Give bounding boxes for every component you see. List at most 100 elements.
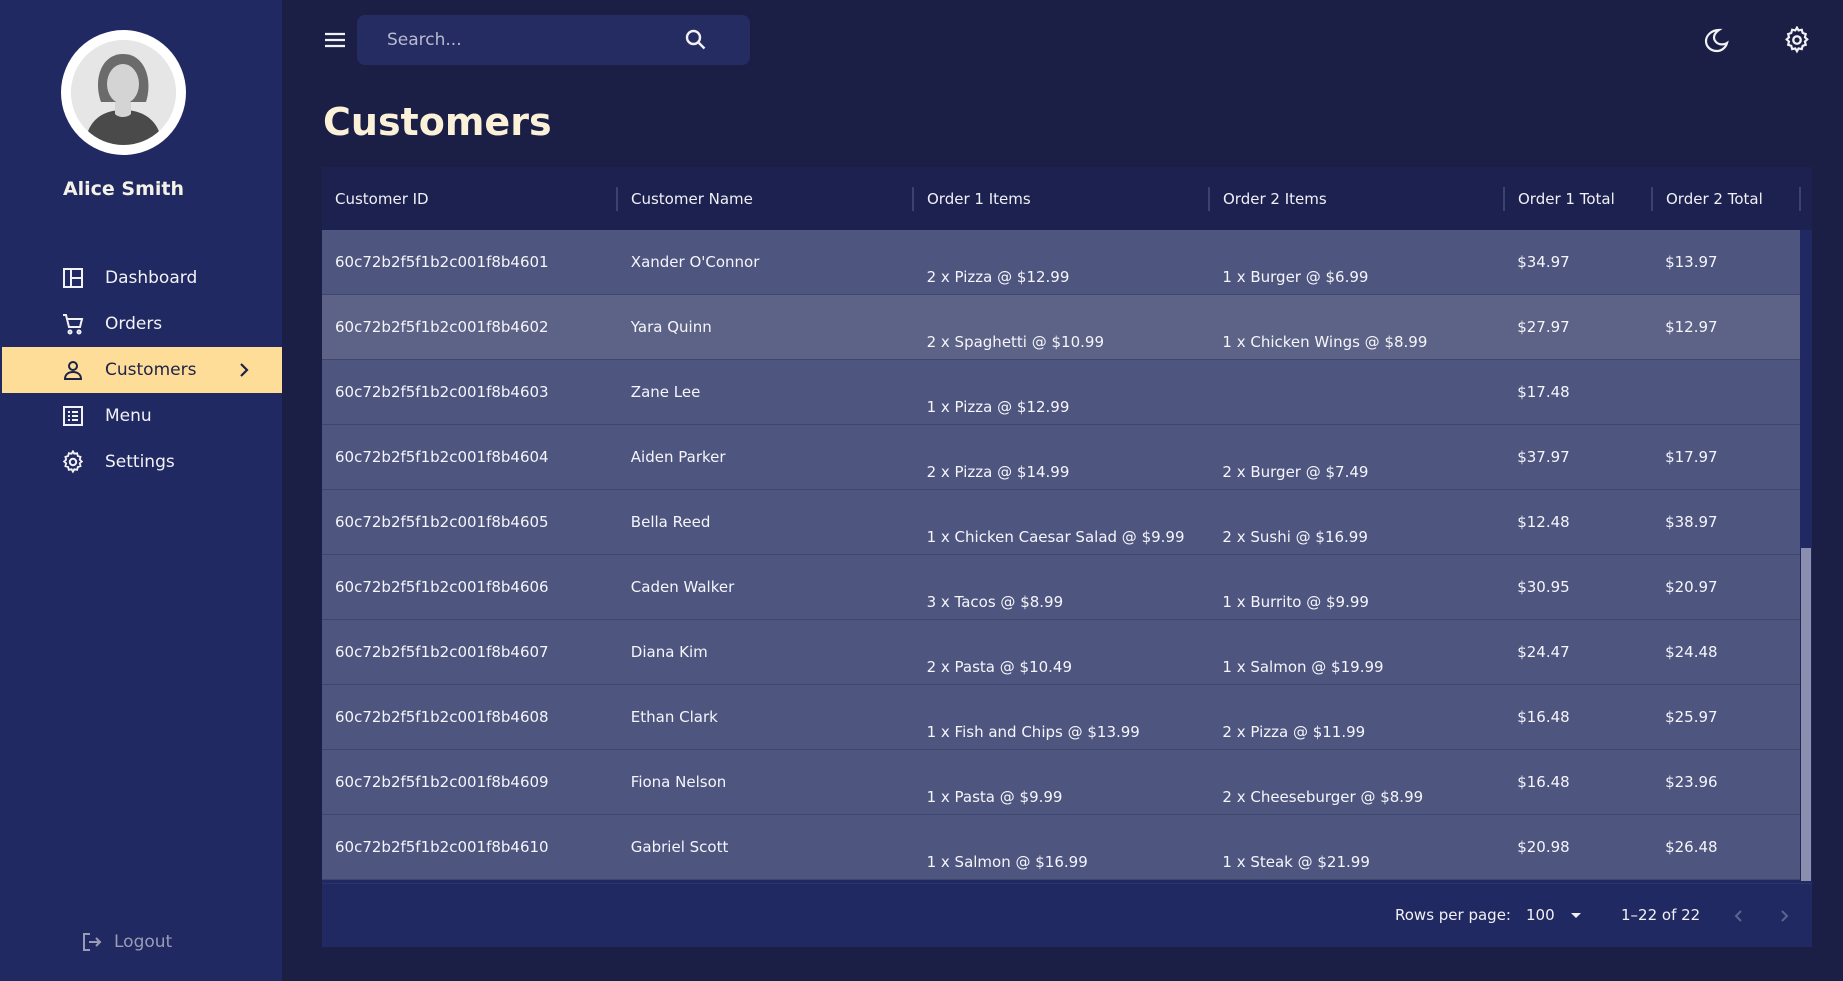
table-footer: Rows per page: 100 1–22 of 22 (322, 883, 1812, 947)
column-header-customer-name[interactable]: Customer Name (618, 167, 914, 230)
person-icon (61, 358, 85, 382)
cell-order-2-items: 1 x Burrito @ $9.99 (1222, 593, 1369, 611)
sidebar-item-label: Orders (105, 314, 163, 334)
cell-order-2-items (1209, 360, 1504, 424)
vertical-scrollbar-thumb[interactable] (1801, 548, 1811, 881)
cell-customer-id: 60c72b2f5f1b2c001f8b4605 (335, 513, 549, 531)
cell-order-1-items: 1 x Fish and Chips @ $13.99 (926, 723, 1140, 741)
sidebar-item-label: Settings (105, 452, 175, 472)
user-placeholder-icon (71, 40, 176, 145)
cell-order-2-items: 1 x Chicken Wings @ $8.99 (1222, 333, 1428, 351)
cell-order-1-total: $37.97 (1517, 448, 1570, 466)
cell-order-1-items: 1 x Chicken Caesar Salad @ $9.99 (926, 528, 1185, 546)
cell-customer-id: 60c72b2f5f1b2c001f8b4610 (335, 838, 549, 856)
gear-icon (61, 450, 85, 474)
cell-order-1-items: 2 x Pizza @ $12.99 (926, 268, 1070, 286)
cell-customer-name: Zane Lee (630, 383, 701, 401)
hamburger-menu-icon[interactable] (322, 28, 348, 52)
pagination-range: 1–22 of 22 (1621, 906, 1701, 924)
sidebar-item-menu[interactable]: Menu (2, 393, 282, 439)
cell-order-2-total (1652, 360, 1800, 424)
rows-per-page-select[interactable]: 100 (1526, 906, 1581, 924)
cell-order-2-items: 1 x Steak @ $21.99 (1222, 853, 1370, 871)
table-body: 60c72b2f5f1b2c001f8b4601 Xander O'Connor… (322, 230, 1800, 882)
table-row[interactable]: 60c72b2f5f1b2c001f8b4610 Gabriel Scott 1… (322, 815, 1800, 880)
table-row[interactable]: 60c72b2f5f1b2c001f8b4605 Bella Reed 1 x … (322, 490, 1800, 555)
cell-customer-id: 60c72b2f5f1b2c001f8b4601 (335, 253, 549, 271)
column-header-order-2-total[interactable]: Order 2 Total (1653, 167, 1801, 230)
cell-customer-id: 60c72b2f5f1b2c001f8b4607 (335, 643, 549, 661)
cell-order-1-items: 1 x Pizza @ $12.99 (926, 398, 1070, 416)
avatar[interactable] (61, 30, 186, 155)
cell-order-2-total: $25.97 (1665, 708, 1718, 726)
search-icon[interactable] (683, 27, 709, 53)
sidebar-nav: Dashboard Orders Customers Menu Settings (2, 255, 282, 485)
settings-gear-icon[interactable] (1783, 25, 1811, 54)
sidebar-item-customers[interactable]: Customers (2, 347, 282, 393)
cell-customer-name: Yara Quinn (630, 318, 712, 336)
list-icon (61, 404, 85, 428)
cell-customer-id: 60c72b2f5f1b2c001f8b4608 (335, 708, 549, 726)
cell-customer-id: 60c72b2f5f1b2c001f8b4609 (335, 773, 549, 791)
cell-order-2-items: 2 x Cheeseburger @ $8.99 (1222, 788, 1424, 806)
cell-order-2-total: $20.97 (1665, 578, 1718, 596)
cell-order-2-items: 1 x Salmon @ $19.99 (1222, 658, 1384, 676)
column-header-order-2-items[interactable]: Order 2 Items (1210, 167, 1505, 230)
page-title: Customers (323, 100, 552, 144)
sidebar-item-settings[interactable]: Settings (2, 439, 282, 485)
search-input[interactable] (387, 15, 677, 65)
logout-icon (80, 930, 104, 954)
sidebar-item-label: Customers (105, 360, 197, 380)
cell-order-2-total: $17.97 (1665, 448, 1718, 466)
dark-mode-icon[interactable] (1702, 26, 1730, 54)
cell-order-1-items: 2 x Pizza @ $14.99 (926, 463, 1070, 481)
cell-order-2-total: $38.97 (1665, 513, 1718, 531)
cell-order-1-items: 2 x Pasta @ $10.49 (926, 658, 1073, 676)
cell-order-2-items: 2 x Sushi @ $16.99 (1222, 528, 1368, 546)
cell-order-1-items: 3 x Tacos @ $8.99 (926, 593, 1064, 611)
cell-order-1-items: 1 x Pasta @ $9.99 (926, 788, 1063, 806)
dashboard-icon (61, 266, 85, 290)
cell-order-1-items: 2 x Spaghetti @ $10.99 (926, 333, 1104, 351)
column-header-customer-id[interactable]: Customer ID (322, 167, 618, 230)
cell-order-1-total: $34.97 (1517, 253, 1570, 271)
cell-order-2-total: $24.48 (1665, 643, 1718, 661)
table-row[interactable]: 60c72b2f5f1b2c001f8b4604 Aiden Parker 2 … (322, 425, 1800, 490)
sidebar: Alice Smith Dashboard Orders Customers M… (0, 0, 282, 981)
cell-order-1-total: $16.48 (1517, 773, 1570, 791)
cell-customer-id: 60c72b2f5f1b2c001f8b4603 (335, 383, 549, 401)
cell-order-1-total: $27.97 (1517, 318, 1570, 336)
next-page-button[interactable] (1772, 904, 1796, 928)
table-row[interactable]: 60c72b2f5f1b2c001f8b4602 Yara Quinn 2 x … (322, 295, 1800, 360)
cell-order-2-items: 2 x Pizza @ $11.99 (1222, 723, 1366, 741)
table-row[interactable]: 60c72b2f5f1b2c001f8b4601 Xander O'Connor… (322, 230, 1800, 295)
logout-label: Logout (114, 932, 173, 952)
table-row[interactable]: 60c72b2f5f1b2c001f8b4609 Fiona Nelson 1 … (322, 750, 1800, 815)
cell-customer-name: Aiden Parker (630, 448, 726, 466)
sidebar-item-dashboard[interactable]: Dashboard (2, 255, 282, 301)
column-header-order-1-total[interactable]: Order 1 Total (1505, 167, 1653, 230)
table-header: Customer ID Customer Name Order 1 Items … (322, 167, 1812, 230)
table-row[interactable]: 60c72b2f5f1b2c001f8b4603 Zane Lee 1 x Pi… (322, 360, 1800, 425)
sidebar-item-orders[interactable]: Orders (2, 301, 282, 347)
cell-order-1-total: $17.48 (1517, 383, 1570, 401)
column-header-order-1-items[interactable]: Order 1 Items (914, 167, 1210, 230)
cell-customer-name: Diana Kim (630, 643, 708, 661)
table-row[interactable]: 60c72b2f5f1b2c001f8b4608 Ethan Clark 1 x… (322, 685, 1800, 750)
cell-order-2-total: $26.48 (1665, 838, 1718, 856)
sidebar-item-label: Dashboard (105, 268, 198, 288)
cell-order-1-total: $20.98 (1517, 838, 1570, 856)
cell-customer-name: Ethan Clark (630, 708, 718, 726)
cell-customer-id: 60c72b2f5f1b2c001f8b4604 (335, 448, 549, 466)
previous-page-button[interactable] (1727, 904, 1751, 928)
sidebar-item-label: Menu (105, 406, 152, 426)
logout-button[interactable]: Logout (80, 930, 172, 954)
cell-order-2-total: $23.96 (1665, 773, 1718, 791)
table-row[interactable]: 60c72b2f5f1b2c001f8b4606 Caden Walker 3 … (322, 555, 1800, 620)
cell-order-1-items: 1 x Salmon @ $16.99 (926, 853, 1088, 871)
caret-down-icon (1570, 912, 1581, 918)
cell-order-2-items: 1 x Burger @ $6.99 (1222, 268, 1369, 286)
user-name: Alice Smith (62, 178, 185, 200)
table-row[interactable]: 60c72b2f5f1b2c001f8b4607 Diana Kim 2 x P… (322, 620, 1800, 685)
chevron-right-icon (232, 358, 256, 382)
